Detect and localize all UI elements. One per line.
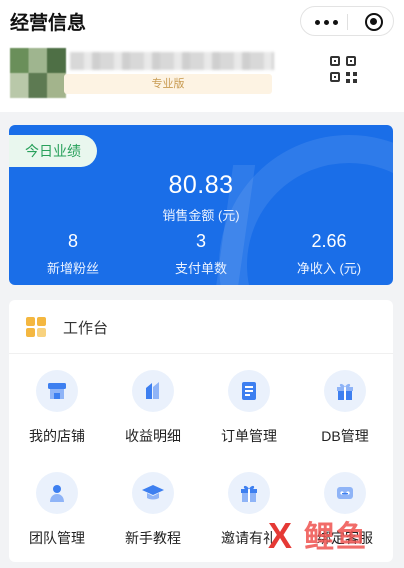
stat-net-income: 2.66 净收入 (元): [265, 231, 393, 277]
tile-label: 团队管理: [29, 530, 85, 546]
page-title: 经营信息: [10, 13, 87, 34]
tile-label: 我的店铺: [29, 428, 85, 444]
tile-beginner-tutorial[interactable]: 新手教程: [105, 472, 201, 564]
stat-label: 新增粉丝: [46, 261, 99, 276]
tile-team-management[interactable]: 团队管理: [9, 472, 105, 564]
more-options-icon[interactable]: [315, 20, 339, 25]
gift-icon: [228, 472, 270, 514]
stat-value: 8: [67, 231, 78, 251]
tile-order-management[interactable]: 订单管理: [201, 370, 297, 462]
tile-label: 订单管理: [221, 428, 277, 444]
stat-paid-orders: 3 支付单数: [137, 231, 265, 277]
avatar: [10, 48, 66, 98]
store-icon: [36, 370, 78, 412]
mini-program-capsule: [300, 6, 394, 36]
qr-code-icon[interactable]: [330, 56, 358, 84]
tile-income-detail[interactable]: 收益明细: [105, 370, 201, 462]
close-mini-program-icon[interactable]: [365, 13, 383, 31]
watermark-logo: X 鲤鱼: [268, 516, 388, 560]
graduation-cap-icon: [132, 472, 174, 514]
today-performance-tag: 今日业绩: [9, 135, 97, 167]
today-performance-card[interactable]: 今日业绩 80.83 销售金额 (元) 8 新增粉丝 3 支付单数 2.66 净…: [9, 125, 393, 285]
tile-my-store[interactable]: 我的店铺: [9, 370, 105, 462]
gift-box-icon: [324, 370, 366, 412]
workbench-title: 工作台: [63, 320, 109, 337]
workbench-header: 工作台: [9, 300, 393, 354]
income-icon: [132, 370, 174, 412]
stat-label: 净收入 (元): [296, 261, 362, 276]
stat-new-fans: 8 新增粉丝: [9, 231, 137, 277]
order-icon: [228, 370, 270, 412]
tile-db-management[interactable]: DB管理: [297, 370, 393, 462]
stat-label: 支付单数: [174, 261, 227, 276]
capsule-divider: [347, 14, 348, 30]
tile-label: 收益明细: [125, 428, 181, 444]
customer-service-icon: [324, 472, 366, 514]
team-icon: [36, 472, 78, 514]
workbench-grid-icon: [26, 317, 46, 337]
watermark-text: 鲤鱼: [304, 521, 368, 554]
stat-value: 3: [195, 231, 206, 251]
watermark-mark: X: [268, 515, 293, 556]
tile-label: DB管理: [321, 428, 369, 444]
sales-amount-value: 80.83: [168, 171, 234, 199]
store-name: [70, 52, 274, 70]
header: 经营信息 专业版: [0, 0, 404, 112]
edition-badge: 专业版: [64, 74, 272, 94]
tile-label: 新手教程: [125, 530, 181, 546]
sales-amount-label: 销售金额 (元): [162, 208, 240, 223]
stat-value: 2.66: [311, 231, 347, 251]
